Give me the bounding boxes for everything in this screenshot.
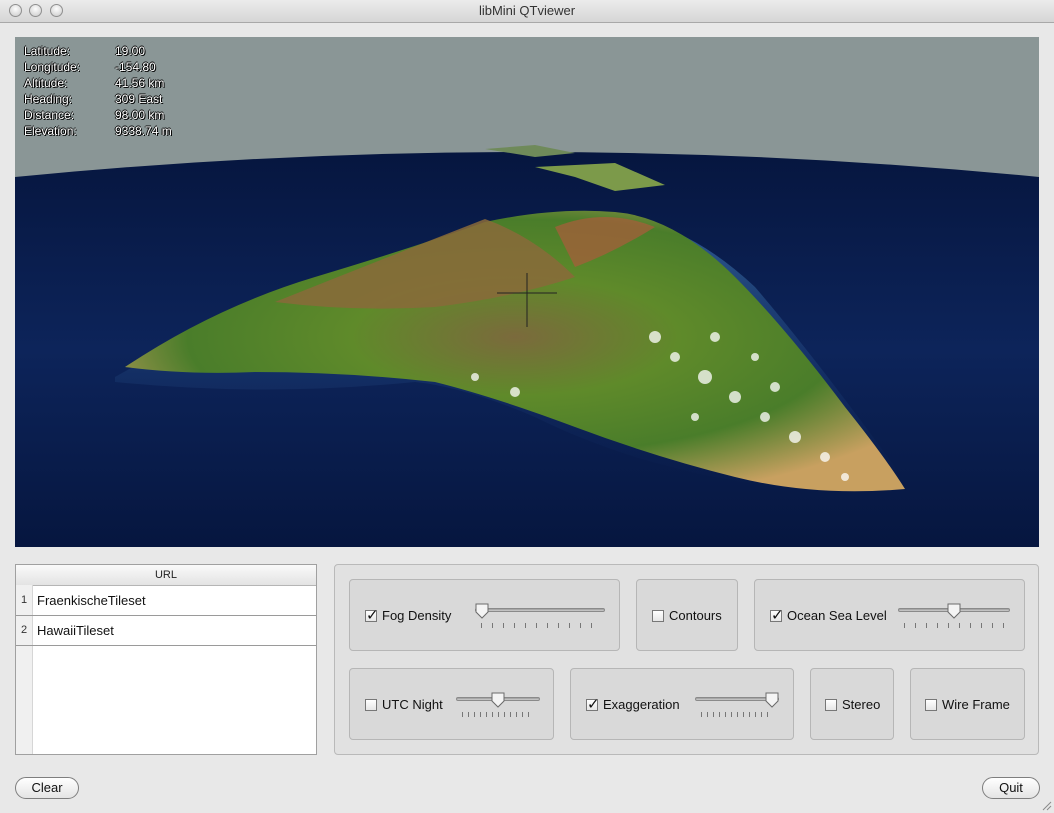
checkbox-icon[interactable] [586, 695, 600, 713]
table-row[interactable]: 1 FraenkischeTileset [16, 586, 316, 616]
contours-checkbox[interactable]: Contours [652, 608, 722, 623]
fog-density-group: Fog Density [349, 579, 620, 651]
wire-frame-checkbox[interactable]: Wire Frame [925, 697, 1010, 712]
checkbox-icon[interactable] [825, 698, 837, 711]
quit-button[interactable]: Quit [982, 777, 1040, 799]
table-row[interactable]: 2 HawaiiTileset [16, 616, 316, 646]
fog-density-slider[interactable] [475, 603, 605, 629]
terrain-viewport[interactable]: Latitude: 19.00 Longitude: -154.80 Altitud… [15, 37, 1039, 547]
stereo-group: Stereo [810, 668, 894, 740]
url-cell[interactable]: HawaiiTileset [37, 616, 114, 645]
title-bar: libMini QTviewer [0, 0, 1054, 23]
checkbox-icon[interactable] [652, 609, 664, 622]
clear-button[interactable]: Clear [15, 777, 79, 799]
ocean-sea-level-label: Ocean Sea Level [787, 608, 887, 623]
slider-knob-icon[interactable] [491, 692, 505, 708]
exaggeration-label: Exaggeration [603, 697, 680, 712]
ocean-sea-level-checkbox[interactable]: Ocean Sea Level [770, 606, 887, 624]
longitude-label: Longitude: [24, 60, 81, 74]
longitude-value: -154.80 [115, 60, 156, 74]
elevation-label: Elevation: [24, 124, 77, 138]
slider-knob-icon[interactable] [475, 603, 489, 619]
latitude-label: Latitude: [24, 44, 71, 58]
checkbox-icon[interactable] [770, 606, 784, 624]
ocean-sea-level-group: Ocean Sea Level [754, 579, 1025, 651]
latitude-value: 19.00 [115, 44, 146, 58]
heading-label: Heading: [24, 92, 73, 106]
window-title: libMini QTviewer [478, 3, 576, 18]
row-number: 1 [20, 594, 28, 606]
elevation-value: 9338.74 m [115, 124, 172, 138]
utc-night-slider[interactable] [456, 692, 540, 718]
utc-night-checkbox[interactable]: UTC Night [365, 697, 443, 712]
wire-frame-label: Wire Frame [942, 697, 1010, 712]
position-readout: Latitude: 19.00 Longitude: -154.80 Altitud… [24, 43, 172, 139]
wire-frame-group: Wire Frame [910, 668, 1025, 740]
fog-density-checkbox[interactable]: Fog Density [365, 606, 452, 624]
resize-grip-icon[interactable] [1040, 799, 1052, 811]
contours-label: Contours [669, 608, 722, 623]
utc-night-group: UTC Night [349, 668, 554, 740]
stereo-checkbox[interactable]: Stereo [825, 697, 880, 712]
exaggeration-slider[interactable] [695, 692, 779, 718]
distance-value: 98.00 km [115, 108, 165, 122]
url-column-header[interactable]: URL [16, 565, 316, 586]
contours-group: Contours [636, 579, 738, 651]
heading-value: 309 East [115, 92, 163, 106]
exaggeration-checkbox[interactable]: Exaggeration [586, 695, 680, 713]
checkbox-icon[interactable] [925, 698, 937, 711]
distance-label: Distance: [24, 108, 75, 122]
url-table[interactable]: URL 1 FraenkischeTileset 2 HawaiiTileset [15, 564, 317, 755]
exaggeration-group: Exaggeration [570, 668, 794, 740]
url-cell[interactable]: FraenkischeTileset [37, 586, 146, 615]
controls-panel: Fog Density Contours Ocean Sea Level UTC… [334, 564, 1039, 755]
slider-knob-icon[interactable] [947, 603, 961, 619]
slider-knob-icon[interactable] [765, 692, 779, 708]
row-number: 2 [20, 624, 28, 636]
altitude-label: Altitude: [24, 76, 68, 90]
checkbox-icon[interactable] [365, 606, 379, 624]
utc-night-label: UTC Night [382, 697, 443, 712]
checkbox-icon[interactable] [365, 698, 377, 711]
ocean-sea-level-slider[interactable] [898, 603, 1010, 629]
fog-density-label: Fog Density [382, 608, 452, 623]
altitude-value: 41.56 km [115, 76, 165, 90]
stereo-label: Stereo [842, 697, 881, 712]
